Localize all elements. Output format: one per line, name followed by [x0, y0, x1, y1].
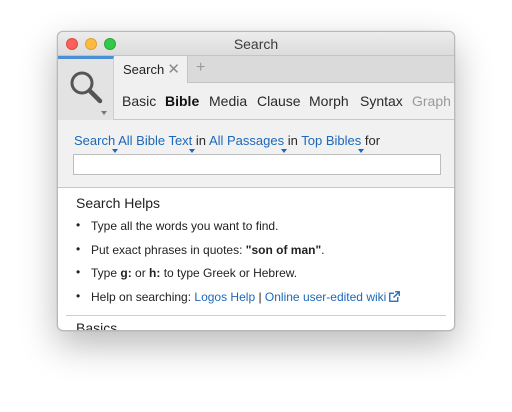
bullet-icon: • — [76, 241, 81, 256]
search-type-syntax[interactable]: Syntax — [360, 93, 403, 109]
in-label: in — [195, 133, 207, 148]
search-scope-line: Search All Bible Text in All Passages in… — [74, 133, 381, 153]
chevron-down-icon — [189, 149, 196, 153]
tab-label: Search — [123, 62, 165, 77]
list-item: • Type all the words you want to find. — [76, 218, 400, 243]
plus-icon[interactable]: + — [196, 59, 205, 77]
query-bar: Search All Bible Text in All Passages in… — [58, 120, 454, 188]
help-text: Type all the words you want to find. — [91, 219, 279, 233]
online-wiki-link[interactable]: Online user-edited wiki — [265, 290, 386, 304]
bullet-icon: • — [76, 265, 81, 279]
search-type-morph[interactable]: Morph — [309, 93, 349, 109]
for-label: for — [364, 133, 381, 148]
in-label: in — [287, 133, 298, 148]
search-kind-label: Search — [74, 133, 116, 148]
search-type-bible[interactable]: Bible — [165, 93, 199, 109]
chevron-down-icon — [112, 149, 119, 153]
help-text: or — [131, 266, 150, 280]
magnifier-icon — [70, 71, 103, 104]
search-type-clause[interactable]: Clause — [257, 93, 301, 109]
search-input[interactable] — [73, 154, 441, 175]
example-phrase: "son of man" — [245, 242, 322, 257]
scope-dropdown[interactable]: All Bible Text — [118, 133, 196, 153]
section-divider — [66, 315, 446, 316]
help-text: to type Greek or Hebrew. — [160, 266, 298, 280]
passages-dropdown[interactable]: All Passages — [208, 133, 288, 153]
greek-prefix: g: — [120, 266, 132, 280]
search-toolbar: Search ✕ + Basic Bible Media Clause Morp… — [58, 56, 454, 120]
help-text: Help on searching: — [91, 289, 195, 304]
list-item: • Type g: or h: to type Greek or Hebrew. — [76, 265, 400, 290]
search-type-media[interactable]: Media — [209, 93, 247, 109]
search-type-basic[interactable]: Basic — [122, 93, 156, 109]
help-text: Put exact phrases in quotes: — [91, 242, 246, 257]
title-bar: Search — [58, 32, 454, 56]
help-text: Type — [91, 266, 121, 280]
separator: | — [255, 289, 265, 304]
search-type-graph[interactable]: Graph — [412, 93, 451, 109]
search-tool-button[interactable] — [58, 56, 114, 120]
tab-strip: Search ✕ + — [114, 56, 454, 83]
list-item: • Help on searching: Logos Help | Online… — [76, 288, 401, 314]
logos-help-link[interactable]: Logos Help — [194, 290, 255, 304]
help-text: . — [321, 242, 325, 257]
passages-label: All Passages — [208, 133, 285, 148]
chevron-down-icon — [281, 149, 288, 153]
window-title: Search — [233, 36, 279, 52]
chevron-down-icon — [358, 149, 365, 153]
search-helps-list: • Type all the words you want to find. •… — [76, 218, 401, 314]
search-window: Search Search ✕ + Basic Bible Media Clau… — [57, 31, 455, 331]
bibles-dropdown[interactable]: Top Bibles — [301, 133, 365, 153]
scope-label: All Bible Text — [118, 133, 193, 148]
search-helps-heading: Search Helps — [76, 195, 161, 211]
search-type-bar: Basic Bible Media Clause Morph Syntax Gr… — [122, 91, 454, 113]
list-item: • Put exact phrases in quotes: "son of m… — [76, 241, 400, 267]
bullet-icon: • — [76, 218, 81, 232]
search-kind-dropdown[interactable]: Search — [74, 133, 119, 153]
basics-heading: Basics — [76, 320, 118, 331]
bullet-icon: • — [76, 288, 81, 303]
chevron-down-icon — [101, 111, 107, 115]
bibles-label: Top Bibles — [301, 133, 362, 148]
search-helps-panel: Search Helps • Type all the words you wa… — [58, 188, 454, 331]
hebrew-prefix: h: — [149, 266, 161, 280]
close-icon[interactable]: ✕ — [167, 60, 180, 78]
external-link-icon[interactable] — [389, 290, 401, 302]
tab-search[interactable]: Search ✕ — [114, 56, 188, 83]
